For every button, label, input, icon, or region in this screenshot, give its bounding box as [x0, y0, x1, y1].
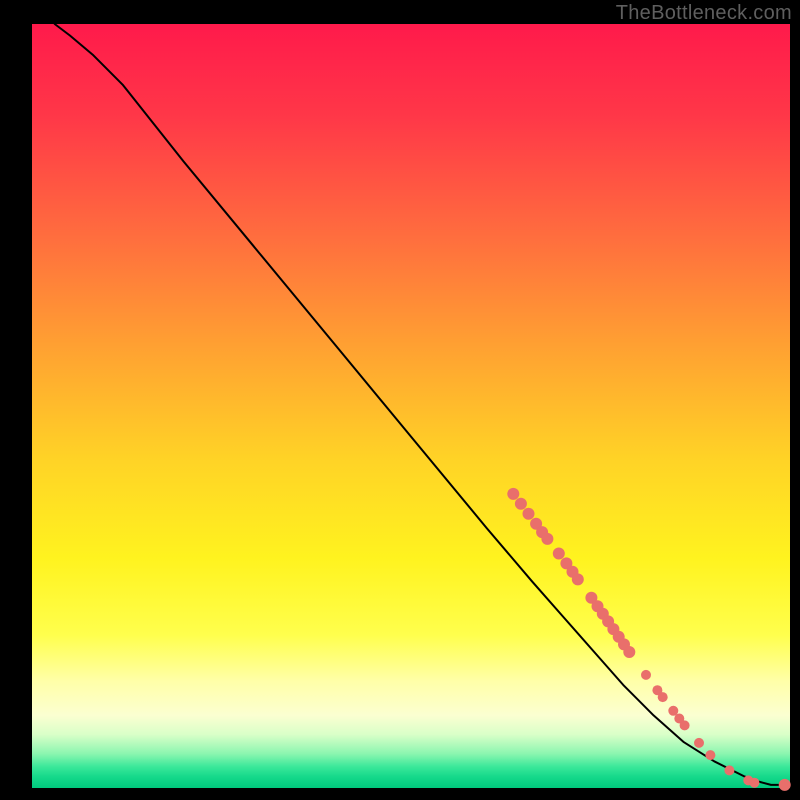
data-point: [507, 488, 519, 500]
data-point: [641, 670, 651, 680]
data-point: [779, 779, 791, 791]
plot-area: [32, 24, 791, 791]
bottleneck-chart: [0, 0, 800, 800]
watermark-text: TheBottleneck.com: [616, 2, 792, 25]
data-point: [553, 548, 565, 560]
data-point: [658, 692, 668, 702]
data-point: [541, 533, 553, 545]
data-point: [523, 508, 535, 520]
data-point: [694, 738, 704, 748]
gradient-background: [32, 24, 790, 788]
data-point: [749, 778, 759, 788]
data-point: [623, 646, 635, 658]
data-point: [572, 573, 584, 585]
data-point: [680, 720, 690, 730]
data-point: [705, 750, 715, 760]
chart-frame: TheBottleneck.com: [0, 0, 800, 800]
data-point: [724, 765, 734, 775]
data-point: [515, 498, 527, 510]
